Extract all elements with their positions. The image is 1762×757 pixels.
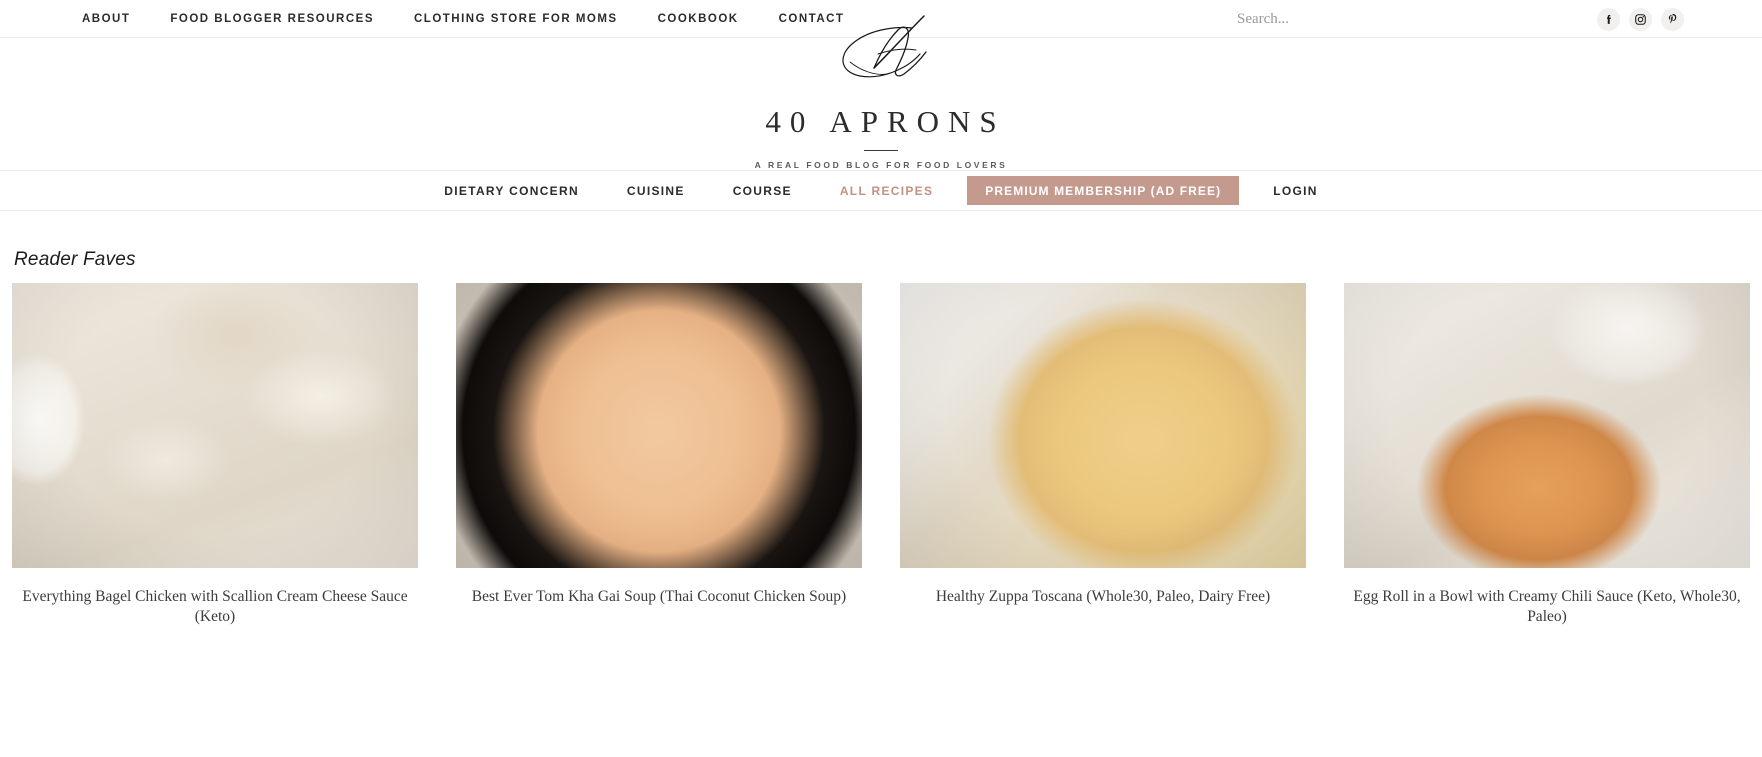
logo-wordmark: 40 APRONS (765, 104, 1006, 139)
section-title-reader-faves: Reader Faves (14, 249, 136, 270)
recipe-card[interactable]: Healthy Zuppa Toscana (Whole30, Paleo, D… (900, 283, 1306, 627)
facebook-icon[interactable] (1597, 7, 1620, 31)
recipe-card-grid: Everything Bagel Chicken with Scallion C… (12, 283, 1750, 627)
recipe-thumbnail-tom-kha-gai-soup[interactable] (456, 283, 862, 568)
recipe-title[interactable]: Egg Roll in a Bowl with Creamy Chili Sau… (1344, 568, 1750, 627)
logo-tagline: A REAL FOOD BLOG FOR FOOD LOVERS (754, 160, 1008, 170)
recipe-card[interactable]: Everything Bagel Chicken with Scallion C… (12, 283, 418, 627)
topnav-item-clothing-store-for-moms[interactable]: CLOTHING STORE FOR MOMS (414, 13, 618, 25)
recipe-card[interactable]: Egg Roll in a Bowl with Creamy Chili Sau… (1344, 283, 1750, 627)
recipe-thumbnail-zuppa-toscana[interactable] (900, 283, 1306, 568)
recipe-title[interactable]: Healthy Zuppa Toscana (Whole30, Paleo, D… (900, 568, 1306, 607)
main-content: Reader Faves Everything Bagel Chicken wi… (0, 249, 1762, 627)
social-links (1597, 7, 1684, 31)
recipe-title[interactable]: Everything Bagel Chicken with Scallion C… (12, 568, 418, 627)
top-navigation: ABOUT FOOD BLOGGER RESOURCES CLOTHING ST… (0, 13, 844, 25)
pinterest-icon[interactable] (1661, 7, 1684, 31)
site-logo-block[interactable]: 40 APRONS A REAL FOOD BLOG FOR FOOD LOVE… (0, 15, 1762, 171)
recipe-card[interactable]: Best Ever Tom Kha Gai Soup (Thai Coconut… (456, 283, 862, 627)
search-input[interactable] (1237, 10, 1467, 28)
nav-item-all-recipes[interactable]: ALL RECIPES (816, 171, 957, 211)
recipe-thumbnail-everything-bagel-chicken[interactable] (12, 283, 418, 568)
instagram-icon[interactable] (1629, 7, 1652, 31)
nav-item-login[interactable]: LOGIN (1249, 171, 1342, 211)
recipe-thumbnail-egg-roll-in-a-bowl[interactable] (1344, 283, 1750, 568)
nav-item-dietary-concern[interactable]: DIETARY CONCERN (420, 171, 603, 211)
script-monogram-icon (842, 15, 927, 78)
main-navigation: DIETARY CONCERN CUISINE COURSE ALL RECIP… (0, 171, 1762, 211)
topnav-item-cookbook[interactable]: COOKBOOK (658, 13, 739, 25)
top-bar-right-group (1237, 0, 1762, 38)
topnav-item-about[interactable]: ABOUT (82, 13, 130, 25)
nav-item-premium-membership[interactable]: PREMIUM MEMBERSHIP (AD FREE) (967, 176, 1240, 205)
nav-item-course[interactable]: COURSE (709, 171, 816, 211)
topnav-item-food-blogger-resources[interactable]: FOOD BLOGGER RESOURCES (170, 13, 374, 25)
recipe-title[interactable]: Best Ever Tom Kha Gai Soup (Thai Coconut… (456, 568, 862, 607)
logo-divider-rule (864, 150, 898, 151)
nav-item-cuisine[interactable]: CUISINE (603, 171, 709, 211)
